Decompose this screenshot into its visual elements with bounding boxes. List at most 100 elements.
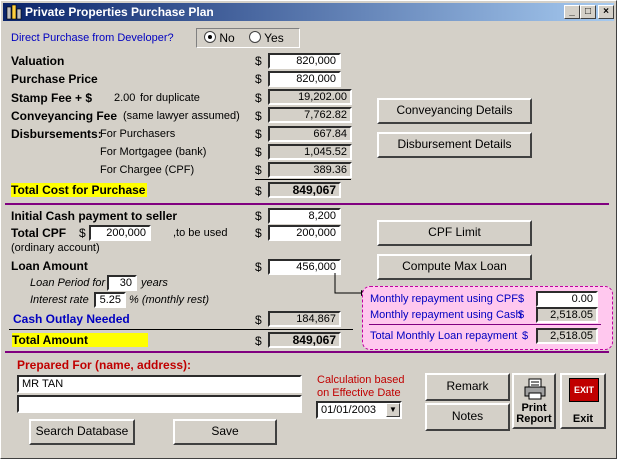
loan-period-label: Loan Period for xyxy=(30,277,106,289)
total-cpf-input[interactable]: 200,000 xyxy=(89,225,151,241)
repay-cash-value: 2,518.05 xyxy=(536,307,598,323)
disb-chargee-label: For Chargee (CPF) xyxy=(100,164,195,176)
disbursements-label: Disbursements: xyxy=(11,127,102,141)
prepared-for-line2[interactable] xyxy=(17,395,302,413)
repay-divider xyxy=(369,324,601,325)
effective-date-label: on Effective Date xyxy=(317,387,401,399)
window-title: Private Properties Purchase Plan xyxy=(25,5,214,19)
loan-period-input[interactable]: 30 xyxy=(107,275,137,291)
section-divider-2 xyxy=(5,351,609,353)
exit-door-icon: EXIT xyxy=(569,378,599,402)
print-report-label: Print Report xyxy=(516,402,552,425)
repay-total-label: Total Monthly Loan repayment xyxy=(370,330,518,342)
repay-cpf-label: Monthly repayment using CPF xyxy=(370,293,518,305)
close-button[interactable]: × xyxy=(598,5,614,19)
direct-purchase-group: No Yes xyxy=(196,28,300,48)
interest-rate-unit: % (monthly rest) xyxy=(129,294,210,306)
cash-payment-label: Initial Cash payment to seller xyxy=(11,209,178,223)
cpf-used-input[interactable]: 200,000 xyxy=(268,225,341,241)
stamp-dup-amount: 2.00 xyxy=(114,92,136,104)
radio-yes[interactable]: Yes xyxy=(249,31,284,45)
cash-outlay-currency: $ xyxy=(255,313,262,327)
exit-label: Exit xyxy=(572,413,594,425)
stamp-fee-label: Stamp Fee + $ xyxy=(11,91,93,105)
valuation-input[interactable]: 820,000 xyxy=(268,53,341,69)
disbursement-details-button[interactable]: Disbursement Details xyxy=(377,132,532,158)
main-window: Private Properties Purchase Plan _ □ × D… xyxy=(0,0,617,459)
total-cpf-label: Total CPF xyxy=(11,226,67,240)
calc-based-label: Calculation based xyxy=(317,374,405,386)
subtotal-line xyxy=(255,179,351,180)
interest-rate-input[interactable]: 5.25 xyxy=(94,292,126,308)
chevron-down-icon[interactable]: ▼ xyxy=(386,403,400,417)
conveyancing-note: (same lawyer assumed) xyxy=(123,110,240,122)
total-cost-label: Total Cost for Purchase xyxy=(11,183,148,197)
cpf-ordinary-account: (ordinary account) xyxy=(11,242,100,254)
conveyancing-currency: $ xyxy=(255,109,262,123)
interest-rate-label: Interest rate xyxy=(30,294,89,306)
total-amount-label: Total Amount xyxy=(12,333,148,347)
conveyancing-details-button[interactable]: Conveyancing Details xyxy=(377,98,532,124)
disb-purchasers-currency: $ xyxy=(255,127,262,141)
compute-max-loan-button[interactable]: Compute Max Loan xyxy=(377,254,532,280)
prepared-for-label: Prepared For (name, address): xyxy=(17,358,192,372)
radio-yes-label: Yes xyxy=(264,31,284,45)
remark-button[interactable]: Remark xyxy=(425,373,510,401)
app-icon xyxy=(6,4,22,20)
repay-total-currency: $ xyxy=(522,330,529,342)
cpf-used-currency: $ xyxy=(255,226,262,240)
cash-payment-input[interactable]: 8,200 xyxy=(268,208,341,224)
save-button[interactable]: Save xyxy=(173,419,277,445)
radio-no-label: No xyxy=(219,31,235,45)
purchase-price-input[interactable]: 820,000 xyxy=(268,71,341,87)
disb-purchasers-label: For Purchasers xyxy=(100,128,176,140)
total-cost-value: 849,067 xyxy=(268,182,341,198)
disb-purchasers-value: 667.84 xyxy=(268,126,352,142)
exit-button[interactable]: EXIT Exit xyxy=(560,373,606,429)
valuation-label: Valuation xyxy=(11,54,65,68)
cash-outlay-value: 184,867 xyxy=(268,311,341,327)
cpf-limit-button[interactable]: CPF Limit xyxy=(377,220,532,246)
valuation-currency: $ xyxy=(255,54,262,68)
repay-cash-label: Monthly repayment using Cash xyxy=(370,309,522,321)
repay-cpf-value[interactable]: 0.00 xyxy=(536,291,598,307)
effective-date-value: 01/01/2003 xyxy=(321,404,377,416)
loan-amount-currency: $ xyxy=(255,260,262,274)
cash-outlay-label: Cash Outlay Needed xyxy=(13,312,130,326)
stamp-dup-label: for duplicate xyxy=(140,92,200,104)
repay-total-value: 2,518.05 xyxy=(536,328,598,344)
disb-mortgagee-currency: $ xyxy=(255,145,262,159)
loan-period-unit: years xyxy=(141,277,168,289)
repay-cash-currency: $ xyxy=(518,309,525,321)
conveyancing-fee-value: 7,762.82 xyxy=(268,107,352,123)
radio-no-dot[interactable] xyxy=(204,31,216,43)
purchase-price-label: Purchase Price xyxy=(11,72,98,86)
total-cpf-currency: $ xyxy=(79,226,86,240)
cpf-to-be-used-label: ,to be used xyxy=(173,227,228,239)
effective-date-select[interactable]: 01/01/2003 ▼ xyxy=(316,401,402,419)
loan-amount-label: Loan Amount xyxy=(11,259,88,273)
radio-no[interactable]: No xyxy=(204,31,235,45)
direct-purchase-label: Direct Purchase from Developer? xyxy=(11,32,174,44)
section-divider-1 xyxy=(5,203,609,205)
purchase-price-currency: $ xyxy=(255,72,262,86)
printer-icon xyxy=(524,378,546,400)
maximize-button[interactable]: □ xyxy=(580,5,596,19)
search-database-button[interactable]: Search Database xyxy=(29,419,135,445)
disb-mortgagee-label: For Mortgagee (bank) xyxy=(100,146,207,158)
conveyancing-fee-label: Conveyancing Fee xyxy=(11,109,118,123)
disb-chargee-currency: $ xyxy=(255,163,262,177)
total-amount-value: 849,067 xyxy=(268,332,341,348)
cash-payment-currency: $ xyxy=(255,209,262,223)
minimize-button[interactable]: _ xyxy=(564,5,580,19)
title-bar: Private Properties Purchase Plan _ □ × xyxy=(3,3,614,21)
radio-yes-dot[interactable] xyxy=(249,31,261,43)
notes-button[interactable]: Notes xyxy=(425,403,510,431)
print-report-button[interactable]: Print Report xyxy=(512,373,556,429)
total-amount-currency: $ xyxy=(255,334,262,348)
prepared-for-line1[interactable]: MR TAN xyxy=(17,375,302,393)
total-line xyxy=(9,329,353,330)
stamp-fee-currency: $ xyxy=(255,91,262,105)
stamp-fee-value: 19,202.00 xyxy=(268,89,352,105)
repay-cpf-currency: $ xyxy=(518,293,525,305)
